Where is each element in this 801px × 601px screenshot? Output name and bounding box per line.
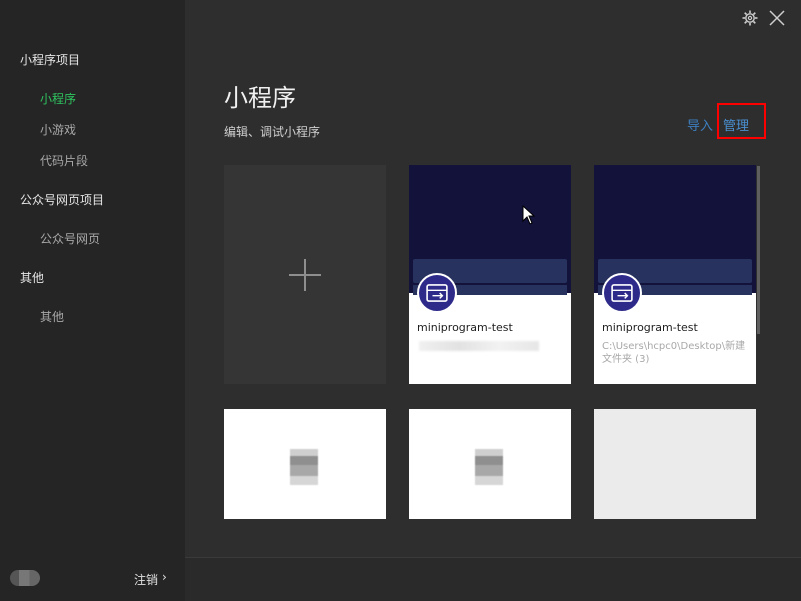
project-card[interactable] (409, 409, 571, 519)
import-button[interactable]: 导入 (687, 115, 713, 134)
sidebar: 小程序项目 小程序 小游戏 代码片段 公众号网页项目 公众号网页 其他 其他 注… (0, 0, 185, 601)
sidebar-item-other[interactable]: 其他 (40, 308, 64, 325)
project-card[interactable]: miniprogram-test (409, 165, 571, 384)
project-card[interactable]: miniprogram-test C:\Users\hcpc0\Desktop\… (594, 165, 756, 384)
logout-button[interactable]: 注销 (134, 571, 158, 588)
project-card[interactable] (594, 409, 756, 519)
sidebar-section-other: 其他 (20, 271, 45, 285)
chevron-right-icon: › (162, 570, 167, 584)
plus-icon (304, 259, 306, 291)
main-panel: 小程序 编辑、调试小程序 导入 管理 miniprogram-test mini… (185, 0, 801, 601)
page-title: 小程序 (224, 84, 296, 112)
project-path: C:\Users\hcpc0\Desktop\新建文件夹 (3) (602, 341, 746, 365)
mini-program-icon (417, 273, 457, 313)
sidebar-section-miniprogram-projects: 小程序项目 (20, 53, 81, 67)
new-project-tile[interactable] (224, 165, 386, 384)
bottom-bar (185, 557, 801, 601)
scrollbar[interactable] (757, 166, 760, 334)
sidebar-item-minigame[interactable]: 小游戏 (40, 121, 76, 138)
mini-program-icon (602, 273, 642, 313)
sidebar-item-code-snippets[interactable]: 代码片段 (40, 152, 88, 169)
avatar[interactable] (10, 570, 40, 586)
sidebar-section-official-account-projects: 公众号网页项目 (20, 193, 105, 207)
sidebar-footer: 注销 › (0, 557, 185, 601)
project-thumbnail (290, 449, 318, 485)
page-subtitle: 编辑、调试小程序 (224, 125, 321, 139)
project-card[interactable] (224, 409, 386, 519)
gear-icon[interactable] (741, 9, 759, 27)
mouse-cursor-icon (522, 205, 536, 225)
close-icon[interactable] (767, 8, 787, 28)
project-name: miniprogram-test (602, 321, 698, 334)
project-thumbnail (475, 449, 503, 485)
sidebar-item-official-account-web[interactable]: 公众号网页 (40, 230, 100, 247)
manage-button[interactable]: 管理 (723, 115, 749, 134)
sidebar-item-miniprogram[interactable]: 小程序 (40, 90, 76, 107)
project-path-blurred (419, 341, 539, 351)
project-name: miniprogram-test (417, 321, 513, 334)
